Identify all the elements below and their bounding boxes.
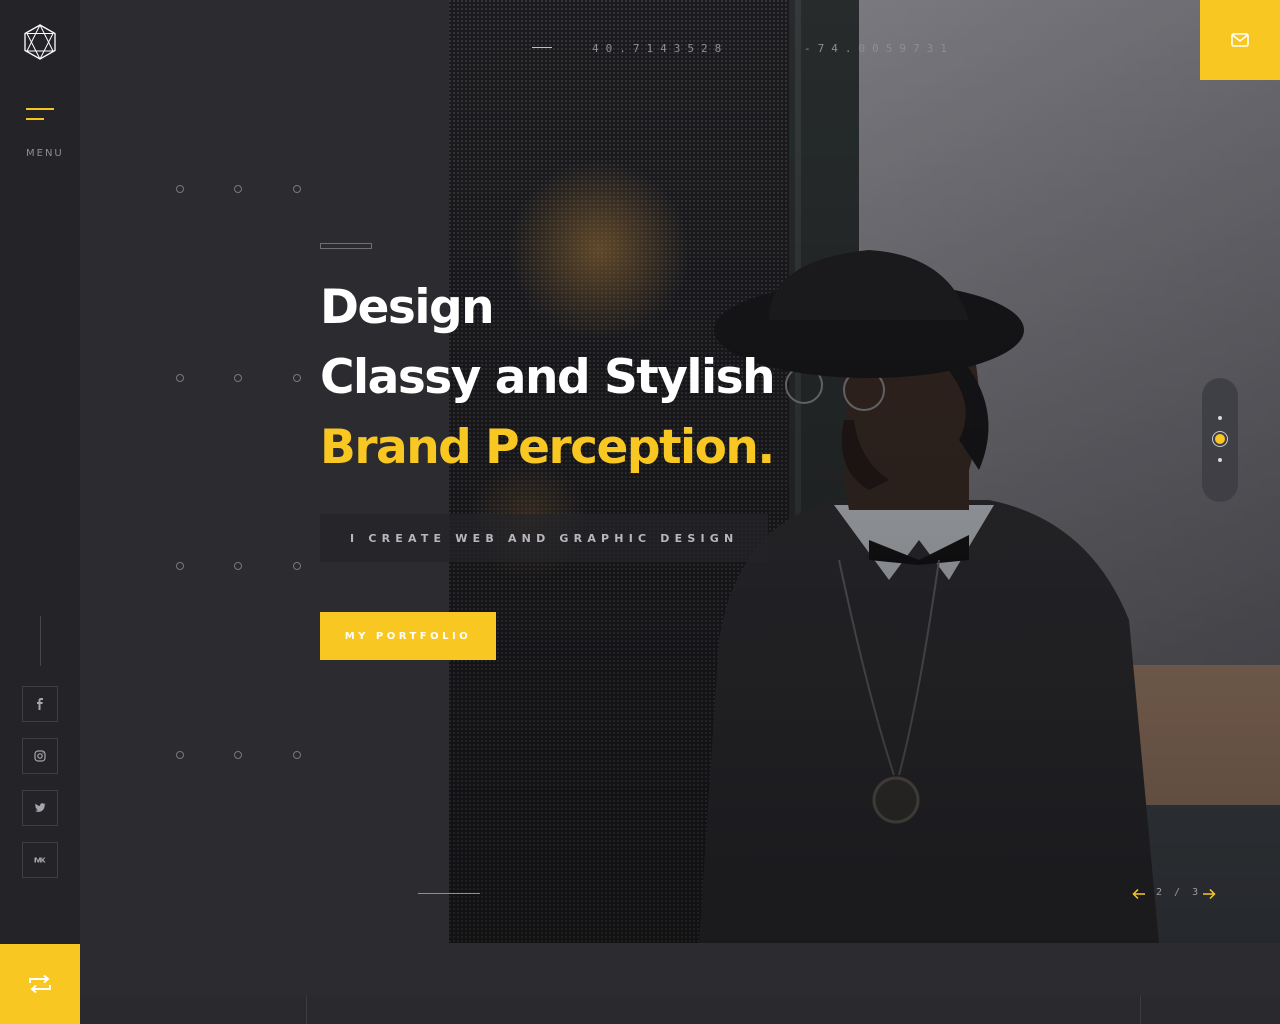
next-slide-button[interactable]: [1202, 884, 1216, 904]
bottom-divider: [306, 996, 307, 1024]
hero-title-line-3: Brand Perception.: [320, 420, 775, 475]
grid-dot: [234, 185, 242, 193]
slide-dot-2[interactable]: [1215, 434, 1225, 444]
menu-label: MENU: [26, 148, 64, 159]
grid-dot: [293, 751, 301, 759]
contact-button[interactable]: [1200, 0, 1280, 80]
grid-dot: [234, 562, 242, 570]
hero-title-line-2: Classy and Stylish: [320, 350, 776, 405]
slide-counter: 2 / 3: [1156, 887, 1202, 898]
twitter-icon: [35, 803, 46, 812]
slider-pagination: [1202, 378, 1238, 502]
arrow-left-icon: [1132, 888, 1145, 900]
hero-title-line-1: Design: [320, 280, 495, 335]
grid-dot: [293, 562, 301, 570]
hamburger-icon: [26, 108, 54, 110]
grid-dot: [176, 374, 184, 382]
longitude-text: -74.0059731: [804, 42, 954, 55]
vk-link[interactable]: [22, 842, 58, 878]
grid-dot: [293, 185, 301, 193]
envelope-icon: [1231, 33, 1249, 47]
logo-icon[interactable]: [24, 24, 56, 60]
facebook-icon: [37, 698, 43, 710]
slide-dot-3[interactable]: [1218, 458, 1222, 462]
slide-dot-1[interactable]: [1218, 416, 1222, 420]
portfolio-button[interactable]: MY PORTFOLIO: [320, 612, 496, 660]
repeat-button[interactable]: [0, 944, 80, 1024]
bottom-section: [80, 996, 1280, 1024]
facebook-link[interactable]: [22, 686, 58, 722]
hero-tagline: I CREATE WEB AND GRAPHIC DESIGN: [320, 514, 769, 562]
grid-dot: [176, 562, 184, 570]
progress-line: [418, 893, 480, 894]
grid-dot: [234, 374, 242, 382]
grid-dot: [234, 751, 242, 759]
twitter-link[interactable]: [22, 790, 58, 826]
repeat-icon: [29, 974, 51, 994]
prev-slide-button[interactable]: [1132, 884, 1146, 904]
coordinates-accent-line: [532, 47, 552, 48]
grid-dot: [293, 374, 301, 382]
menu-button[interactable]: MENU: [24, 104, 64, 168]
instagram-link[interactable]: [22, 738, 58, 774]
sidebar: MENU: [0, 0, 80, 1024]
grid-dot: [176, 751, 184, 759]
latitude-text: 40.7143528: [592, 42, 729, 55]
vk-icon: [34, 857, 46, 863]
heading-accent-rule: [320, 243, 372, 249]
bottom-divider: [1140, 996, 1141, 1024]
instagram-icon: [34, 750, 46, 762]
sidebar-divider: [40, 616, 41, 666]
grid-dot: [176, 185, 184, 193]
arrow-right-icon: [1203, 888, 1216, 900]
hamburger-icon-bar: [26, 118, 44, 120]
